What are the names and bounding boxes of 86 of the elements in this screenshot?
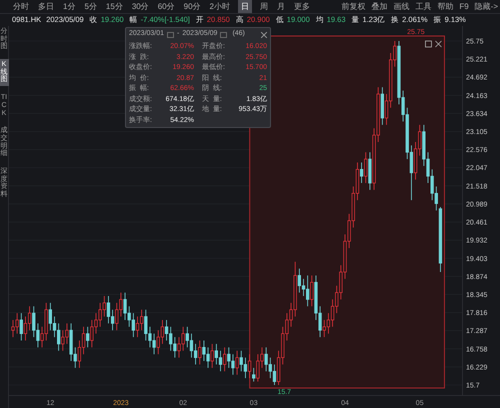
close-icon[interactable]	[435, 40, 442, 48]
candlestick	[206, 346, 210, 368]
candlestick	[16, 312, 19, 334]
toolbar-button[interactable]: 工具	[415, 0, 432, 13]
period-tab[interactable]: 60分	[156, 0, 176, 13]
candlestick	[272, 364, 276, 386]
candlestick	[256, 354, 260, 382]
period-tab[interactable]: 2小时	[208, 0, 231, 13]
period-tab[interactable]: 周	[258, 0, 269, 13]
candlestick	[86, 326, 90, 348]
candlestick	[164, 320, 168, 341]
period-tab[interactable]: 30分	[130, 0, 150, 13]
candlestick	[20, 312, 23, 341]
candlestick	[65, 322, 69, 344]
candlestick	[132, 312, 135, 338]
candlestick	[227, 346, 230, 368]
candlestick	[173, 336, 176, 358]
candlestick	[306, 275, 310, 307]
candlestick	[44, 302, 48, 341]
candlestick	[235, 350, 239, 376]
stepper-icon[interactable]	[220, 32, 228, 38]
candlestick	[177, 336, 181, 358]
period-tab[interactable]: 15分	[104, 0, 124, 13]
candlestick	[98, 302, 102, 328]
candlestick	[28, 306, 32, 331]
period-tab[interactable]: 分时	[12, 0, 30, 13]
candlestick	[268, 357, 272, 379]
candlestick	[380, 86, 384, 126]
candlestick	[364, 152, 368, 184]
candlestick	[368, 152, 372, 190]
candlestick	[240, 350, 243, 372]
candlestick	[182, 326, 185, 352]
candlestick	[48, 302, 52, 331]
candlestick	[102, 296, 106, 317]
candlestick	[106, 296, 110, 324]
candlestick	[123, 292, 127, 320]
candlestick	[252, 367, 256, 382]
candlestick	[115, 302, 118, 331]
candlestick	[360, 162, 364, 184]
candlestick	[298, 268, 301, 293]
period-tab[interactable]: 多日	[37, 0, 55, 13]
period-tab[interactable]: 更多	[292, 0, 311, 13]
candlestick	[156, 330, 160, 355]
candlestick	[11, 320, 15, 338]
candlestick	[61, 330, 64, 352]
candlestick	[198, 340, 202, 365]
candlestick	[160, 320, 164, 344]
maximize-icon[interactable]	[425, 40, 432, 48]
candlestick	[218, 350, 222, 372]
toolbar-button[interactable]: 前复权	[341, 0, 366, 13]
candlestick	[264, 346, 268, 372]
candlestick	[69, 322, 73, 362]
candlestick	[244, 357, 248, 379]
candlestick	[231, 354, 235, 376]
candlestick	[169, 326, 172, 352]
candlestick	[190, 333, 194, 358]
candlestick	[57, 322, 60, 352]
candlestick	[322, 320, 326, 338]
candlestick	[186, 326, 189, 348]
close-icon[interactable]	[261, 32, 267, 38]
candlestick	[302, 278, 306, 296]
candlestick	[24, 316, 28, 341]
period-tab[interactable]: 90分	[182, 0, 202, 13]
toolbar-button[interactable]: 叠加	[371, 0, 388, 13]
stepper-icon[interactable]	[167, 32, 174, 38]
candlestick	[90, 320, 94, 348]
toolbar-button[interactable]: F9	[459, 0, 469, 13]
candlestick	[140, 309, 144, 331]
candlestick	[248, 354, 252, 379]
candlestick	[310, 275, 314, 307]
toolbar-button[interactable]: 隐藏->	[474, 0, 498, 13]
period-tab[interactable]: 月	[276, 0, 286, 13]
candlestick	[136, 316, 140, 338]
period-tab[interactable]: 1分	[62, 0, 76, 13]
candlestick	[202, 340, 206, 362]
candlestick	[32, 306, 36, 338]
period-tab[interactable]: 5分	[83, 0, 98, 13]
candlestick	[223, 346, 226, 372]
toolbar-button[interactable]: 画线	[393, 0, 410, 13]
candlestick	[194, 344, 198, 365]
candlestick	[152, 333, 156, 355]
period-tab[interactable]: 日	[238, 0, 252, 13]
candlestick	[214, 344, 218, 365]
candlestick	[210, 344, 214, 368]
toolbar-button[interactable]: 帮助	[437, 0, 454, 13]
candlestick	[144, 309, 148, 341]
